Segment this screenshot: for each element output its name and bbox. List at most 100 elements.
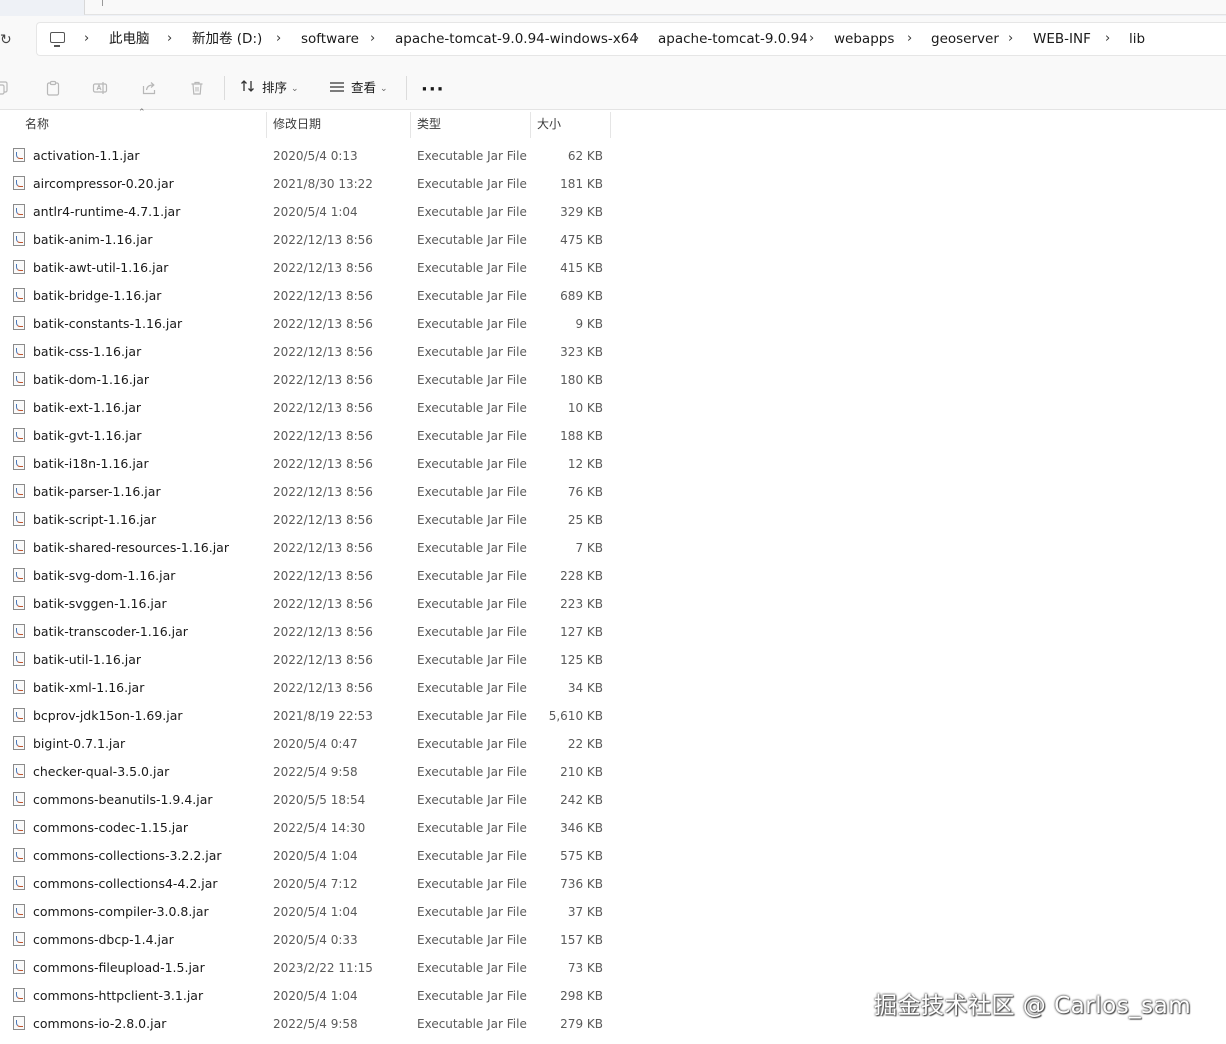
breadcrumb-item[interactable]: webapps bbox=[834, 31, 894, 47]
file-type: Executable Jar File bbox=[417, 765, 527, 779]
paste-icon[interactable] bbox=[45, 80, 61, 96]
file-row[interactable]: batik-css-1.16.jar 2022/12/13 8:56 Executa… bbox=[0, 338, 620, 366]
file-size: 223 KB bbox=[560, 597, 603, 611]
tab-active[interactable] bbox=[84, 0, 1226, 15]
file-row[interactable]: commons-fileupload-1.5.jar 2023/2/22 11:1… bbox=[0, 954, 620, 982]
file-row[interactable]: commons-compiler-3.0.8.jar 2020/5/4 1:04 E… bbox=[0, 898, 620, 926]
file-modified-date: 2020/5/5 18:54 bbox=[273, 793, 366, 807]
view-icon bbox=[329, 79, 345, 99]
breadcrumb-item[interactable]: apache-tomcat-9.0.94 bbox=[658, 31, 808, 47]
breadcrumb-item[interactable]: 此电脑 bbox=[109, 31, 150, 47]
jar-file-icon bbox=[13, 876, 25, 890]
file-size: 9 KB bbox=[575, 317, 603, 331]
sort-button[interactable]: 排序 ⌄ bbox=[240, 78, 299, 98]
file-row[interactable]: commons-codec-1.15.jar 2022/5/4 14:30 Exec… bbox=[0, 814, 620, 842]
column-header-date[interactable]: 修改日期 bbox=[273, 110, 321, 138]
file-row[interactable]: batik-svggen-1.16.jar 2022/12/13 8:56 Exec… bbox=[0, 590, 620, 618]
file-row[interactable]: batik-i18n-1.16.jar 2022/12/13 8:56 Execut… bbox=[0, 450, 620, 478]
breadcrumb-item[interactable]: software bbox=[301, 31, 359, 47]
column-header-size[interactable]: 大小 bbox=[537, 110, 561, 138]
share-icon[interactable] bbox=[141, 80, 157, 96]
file-row[interactable]: activation-1.1.jar 2020/5/4 0:13 Executabl… bbox=[0, 142, 620, 170]
column-divider[interactable] bbox=[266, 112, 267, 138]
file-size: 76 KB bbox=[567, 485, 603, 499]
file-size: 34 KB bbox=[567, 681, 603, 695]
file-row[interactable]: batik-svg-dom-1.16.jar 2022/12/13 8:56 Exe… bbox=[0, 562, 620, 590]
file-size: 323 KB bbox=[560, 345, 603, 359]
breadcrumb-item[interactable]: 新加卷 (D:) bbox=[192, 31, 262, 47]
tab-separator bbox=[102, 0, 103, 6]
file-modified-date: 2022/12/13 8:56 bbox=[273, 429, 373, 443]
breadcrumb-item[interactable]: apache-tomcat-9.0.94-windows-x64 bbox=[395, 31, 638, 47]
file-size: 689 KB bbox=[560, 289, 603, 303]
this-pc-icon[interactable] bbox=[50, 32, 65, 47]
column-divider[interactable] bbox=[530, 112, 531, 138]
breadcrumb-item[interactable]: WEB-INF bbox=[1033, 31, 1091, 47]
file-size: 329 KB bbox=[560, 205, 603, 219]
jar-file-icon bbox=[13, 624, 25, 638]
file-row[interactable]: commons-io-2.8.0.jar 2022/5/4 9:58 Executa… bbox=[0, 1010, 620, 1038]
file-modified-date: 2022/12/13 8:56 bbox=[273, 569, 373, 583]
file-row[interactable]: batik-xml-1.16.jar 2022/12/13 8:56 Executa… bbox=[0, 674, 620, 702]
file-row[interactable]: checker-qual-3.5.0.jar 2022/5/4 9:58 Execu… bbox=[0, 758, 620, 786]
rename-icon[interactable] bbox=[92, 80, 108, 96]
file-row[interactable]: antlr4-runtime-4.7.1.jar 2020/5/4 1:04 Exe… bbox=[0, 198, 620, 226]
file-row[interactable]: batik-anim-1.16.jar 2022/12/13 8:56 Execut… bbox=[0, 226, 620, 254]
file-row[interactable]: commons-dbcp-1.4.jar 2020/5/4 0:33 Executa… bbox=[0, 926, 620, 954]
chevron-right-icon[interactable]: › bbox=[809, 31, 814, 47]
file-name: commons-compiler-3.0.8.jar bbox=[33, 904, 209, 919]
file-row[interactable]: batik-transcoder-1.16.jar 2022/12/13 8:56… bbox=[0, 618, 620, 646]
file-type: Executable Jar File bbox=[417, 737, 527, 751]
file-row[interactable]: bigint-0.7.1.jar 2020/5/4 0:47 Executable … bbox=[0, 730, 620, 758]
breadcrumb-item[interactable]: geoserver bbox=[931, 31, 999, 47]
chevron-right-icon[interactable]: › bbox=[634, 31, 639, 47]
file-row[interactable]: batik-bridge-1.16.jar 2022/12/13 8:56 Exec… bbox=[0, 282, 620, 310]
file-name: batik-constants-1.16.jar bbox=[33, 316, 183, 331]
file-row[interactable]: batik-awt-util-1.16.jar 2022/12/13 8:56 Ex… bbox=[0, 254, 620, 282]
chevron-right-icon[interactable]: › bbox=[370, 31, 375, 47]
chevron-right-icon[interactable]: › bbox=[276, 31, 281, 47]
copy-icon[interactable] bbox=[0, 80, 10, 96]
address-bar[interactable]: › 此电脑 › 新加卷 (D:) › software › apache-tomcat-9.0… bbox=[36, 22, 1226, 56]
file-row[interactable]: batik-ext-1.16.jar 2022/12/13 8:56 Executa… bbox=[0, 394, 620, 422]
more-options-button[interactable]: ··· bbox=[421, 81, 445, 99]
chevron-right-icon[interactable]: › bbox=[907, 31, 912, 47]
chevron-down-icon: ⌄ bbox=[380, 83, 388, 94]
jar-file-icon bbox=[13, 204, 25, 218]
chevron-right-icon[interactable]: › bbox=[167, 31, 172, 47]
file-size: 7 KB bbox=[575, 541, 603, 555]
column-divider[interactable] bbox=[610, 112, 611, 138]
file-row[interactable]: batik-shared-resources-1.16.jar 2022/12/1… bbox=[0, 534, 620, 562]
file-row[interactable]: batik-constants-1.16.jar 2022/12/13 8:56 E… bbox=[0, 310, 620, 338]
file-row[interactable]: batik-script-1.16.jar 2022/12/13 8:56 Exec… bbox=[0, 506, 620, 534]
file-row[interactable]: commons-collections4-4.2.jar 2020/5/4 7:1… bbox=[0, 870, 620, 898]
file-row[interactable]: batik-gvt-1.16.jar 2022/12/13 8:56 Executa… bbox=[0, 422, 620, 450]
view-button[interactable]: 查看 ⌄ bbox=[329, 78, 388, 98]
column-header-name[interactable]: 名称 bbox=[25, 110, 49, 138]
breadcrumb-item[interactable]: lib bbox=[1129, 31, 1145, 47]
chevron-right-icon[interactable]: › bbox=[1008, 31, 1013, 47]
file-row[interactable]: commons-httpclient-3.1.jar 2020/5/4 1:04 E… bbox=[0, 982, 620, 1010]
file-modified-date: 2020/5/4 0:33 bbox=[273, 933, 358, 947]
file-row[interactable]: aircompressor-0.20.jar 2021/8/30 13:22 Exe… bbox=[0, 170, 620, 198]
file-row[interactable]: batik-parser-1.16.jar 2022/12/13 8:56 Exec… bbox=[0, 478, 620, 506]
delete-icon[interactable] bbox=[189, 80, 205, 96]
chevron-right-icon[interactable]: › bbox=[1105, 31, 1110, 47]
file-row[interactable]: commons-collections-3.2.2.jar 2020/5/4 1:… bbox=[0, 842, 620, 870]
file-row[interactable]: batik-dom-1.16.jar 2022/12/13 8:56 Executa… bbox=[0, 366, 620, 394]
file-row[interactable]: batik-util-1.16.jar 2022/12/13 8:56 Execut… bbox=[0, 646, 620, 674]
column-divider[interactable] bbox=[410, 112, 411, 138]
file-modified-date: 2020/5/4 1:04 bbox=[273, 205, 358, 219]
refresh-icon[interactable]: ↻ bbox=[0, 30, 16, 50]
jar-file-icon bbox=[13, 708, 25, 722]
column-header-type[interactable]: 类型 bbox=[417, 110, 441, 138]
sort-icon bbox=[240, 79, 256, 99]
sort-label: 排序 bbox=[262, 80, 288, 95]
chevron-right-icon[interactable]: › bbox=[84, 31, 89, 47]
jar-file-icon bbox=[13, 736, 25, 750]
file-size: 242 KB bbox=[560, 793, 603, 807]
file-modified-date: 2023/2/22 11:15 bbox=[273, 961, 373, 975]
file-modified-date: 2022/12/13 8:56 bbox=[273, 289, 373, 303]
file-row[interactable]: commons-beanutils-1.9.4.jar 2020/5/5 18:5… bbox=[0, 786, 620, 814]
file-row[interactable]: bcprov-jdk15on-1.69.jar 2021/8/19 22:53 Ex… bbox=[0, 702, 620, 730]
